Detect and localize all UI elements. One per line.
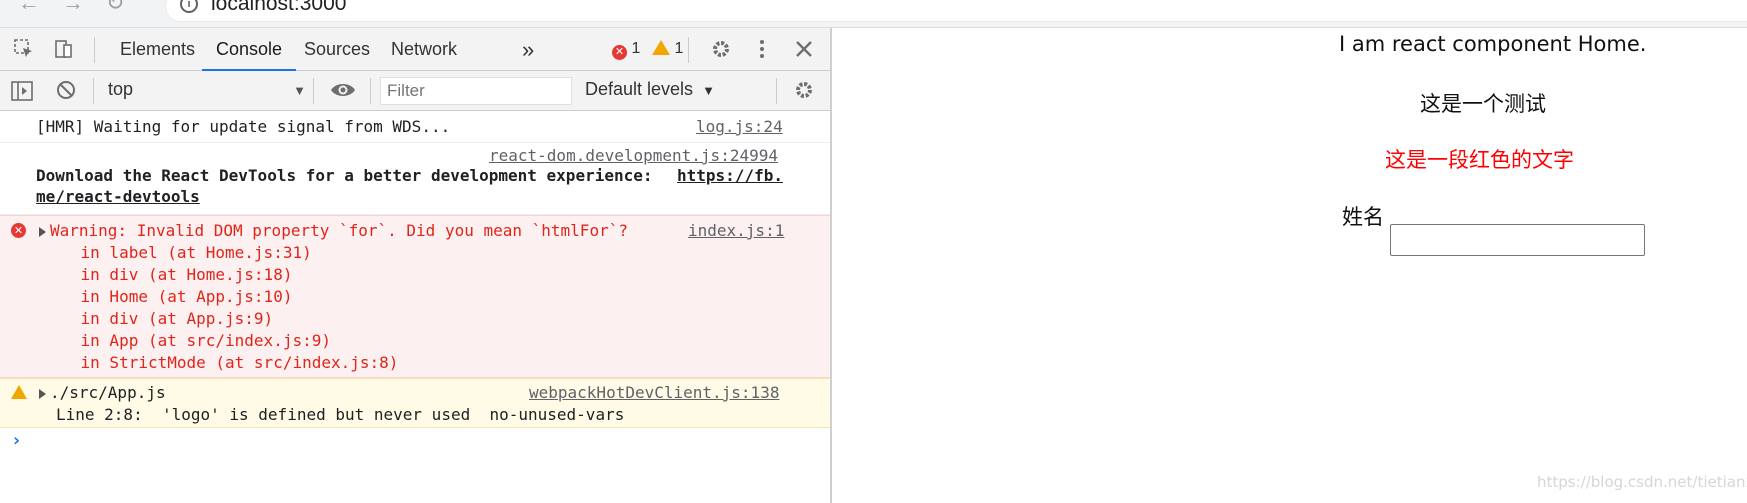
console-prompt-icon[interactable]: › (11, 430, 22, 451)
console-message: react-dom.development.js:24994 Download … (0, 143, 830, 215)
more-tabs-icon[interactable]: » (508, 28, 548, 71)
message-link[interactable]: https://fb. (677, 166, 783, 185)
back-arrow-icon[interactable]: ← (18, 0, 40, 16)
browser-toolbar: ← → ↻ i localhost:3000 (0, 0, 1747, 28)
tab-console[interactable]: Console (202, 28, 297, 71)
expand-triangle-icon[interactable] (39, 227, 46, 237)
warning-count-badge[interactable]: 1 (652, 40, 683, 58)
stack-line: in Home (at App.js:10) (42, 287, 293, 306)
clear-console-icon[interactable] (54, 79, 78, 103)
error-text: Warning: Invalid DOM property `for`. Did… (50, 221, 628, 240)
context-selector[interactable]: top ▼ (96, 79, 306, 103)
warning-text: ./src/App.js (50, 383, 166, 402)
console-output: [HMR] Waiting for update signal from WDS… (0, 112, 830, 503)
name-input[interactable] (1390, 224, 1645, 256)
filter-input[interactable] (380, 77, 572, 105)
inspect-element-icon[interactable] (12, 38, 36, 62)
log-levels-label: Default levels (585, 79, 694, 99)
red-text: 这是一段红色的文字 (1385, 148, 1574, 172)
sidebar-toggle-icon[interactable] (10, 79, 34, 103)
test-text: 这是一个测试 (1420, 92, 1546, 116)
console-error-message: ✕ Warning: Invalid DOM property `for`. D… (0, 215, 830, 378)
toolbar-divider (370, 78, 371, 104)
close-icon[interactable] (792, 38, 816, 62)
stack-line: in App (at src/index.js:9) (42, 331, 331, 350)
toolbar-divider (313, 78, 314, 104)
error-count-badge[interactable]: ✕ 1 (612, 40, 640, 60)
console-message: [HMR] Waiting for update signal from WDS… (0, 112, 830, 143)
toolbar-divider (94, 37, 95, 63)
toolbar-divider (776, 78, 777, 104)
kebab-menu-icon[interactable] (750, 38, 774, 62)
toolbar-divider (93, 78, 94, 104)
devtools-tabbar: Elements Console Sources Network » ✕ 1 1 (0, 28, 830, 71)
expand-triangle-icon[interactable] (39, 389, 46, 399)
home-heading: I am react component Home. (1339, 32, 1647, 56)
console-warning-message: ./src/App.js webpackHotDevClient.js:138 … (0, 378, 830, 428)
source-link[interactable]: log.js:24 (696, 117, 783, 136)
log-levels-dropdown[interactable]: Default levels ▼ (585, 79, 715, 100)
message-text: Download the React DevTools for a better… (36, 166, 663, 185)
source-link[interactable]: react-dom.development.js:24994 (489, 146, 778, 165)
message-text: [HMR] Waiting for update signal from WDS… (36, 117, 451, 136)
warning-icon (11, 385, 27, 399)
warning-detail: Line 2:8: 'logo' is defined but never us… (56, 405, 625, 424)
eye-icon[interactable] (330, 79, 355, 103)
tab-sources[interactable]: Sources (290, 28, 384, 71)
device-toolbar-icon[interactable] (52, 38, 76, 62)
address-bar[interactable]: i localhost:3000 (165, 0, 1747, 22)
warning-icon (652, 40, 670, 55)
console-filter-bar: top ▼ Default levels ▼ (0, 71, 830, 111)
stack-line: in StrictMode (at src/index.js:8) (42, 353, 399, 372)
error-count: 1 (631, 40, 641, 57)
message-link-continued[interactable]: me/react-devtools (36, 187, 200, 206)
stack-line: in label (at Home.js:31) (42, 243, 312, 262)
caret-down-icon: ▼ (702, 83, 715, 98)
error-icon: ✕ (612, 45, 627, 60)
source-link[interactable]: webpackHotDevClient.js:138 (529, 383, 779, 402)
caret-down-icon: ▼ (293, 83, 306, 98)
tab-elements[interactable]: Elements (106, 28, 209, 71)
settings-gear-icon[interactable] (709, 38, 733, 62)
info-icon[interactable]: i (180, 0, 198, 13)
context-value: top (108, 79, 134, 99)
warning-count: 1 (674, 40, 684, 57)
toolbar-divider (688, 37, 689, 63)
forward-arrow-icon[interactable]: → (62, 0, 84, 16)
source-link[interactable]: index.js:1 (688, 221, 784, 240)
error-icon: ✕ (11, 223, 26, 238)
address-text[interactable]: localhost:3000 (211, 0, 346, 16)
tab-network[interactable]: Network (377, 28, 471, 71)
stack-line: in div (at Home.js:18) (42, 265, 293, 284)
stack-line: in div (at App.js:9) (42, 309, 274, 328)
page-viewport: I am react component Home. 这是一个测试 这是一段红色… (832, 28, 1747, 503)
console-settings-gear-icon[interactable] (792, 79, 816, 103)
devtools-panel: Elements Console Sources Network » ✕ 1 1 (0, 28, 832, 503)
reload-icon[interactable]: ↻ (106, 0, 124, 16)
watermark-text: https://blog.csdn.net/tietianxl (1537, 473, 1747, 491)
name-label: 姓名 (1342, 205, 1384, 229)
